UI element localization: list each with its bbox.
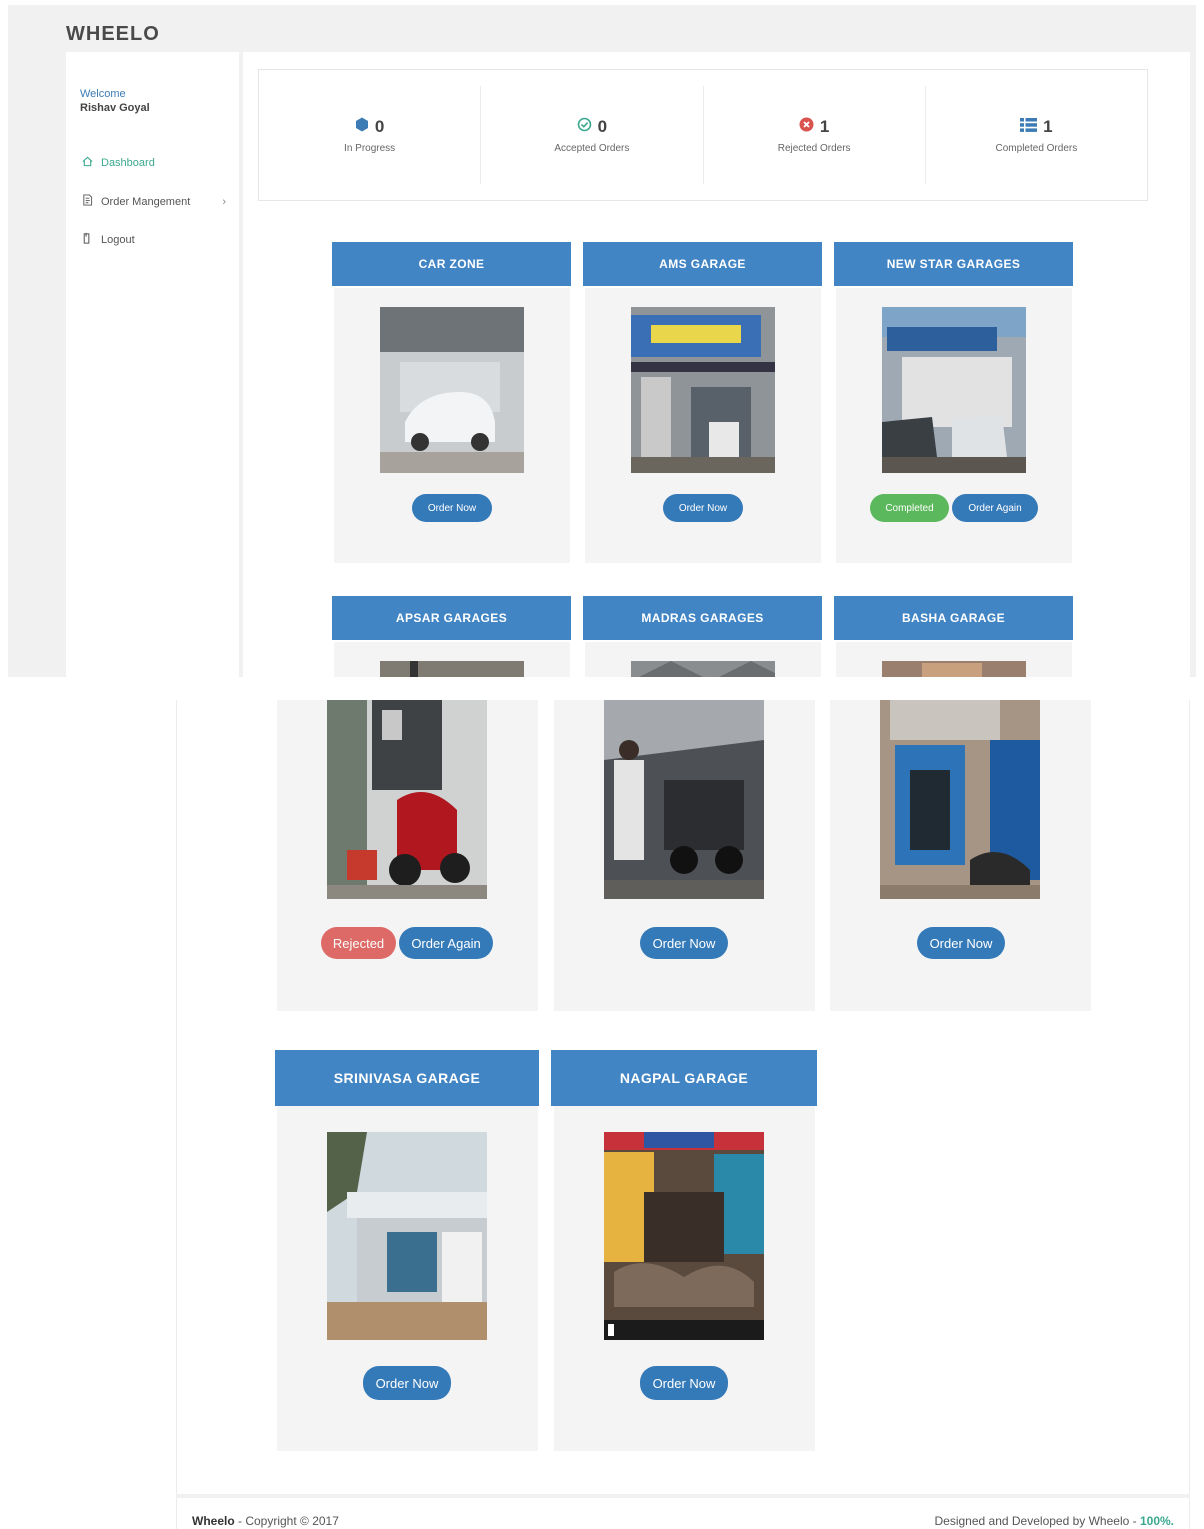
list-icon	[1020, 117, 1038, 136]
order-again-button[interactable]: Order Again	[952, 494, 1038, 522]
stat-accepted: 0 Accepted Orders	[481, 86, 704, 184]
garage-card-title: BASHA GARAGE	[834, 596, 1073, 640]
rejected-status-badge: Rejected	[321, 927, 396, 959]
sidebar-item-label: Dashboard	[101, 157, 155, 169]
order-now-button[interactable]: Order Now	[412, 494, 492, 522]
footer-credit-text: Designed and Developed by Wheelo -	[934, 1514, 1140, 1528]
stat-in-progress: 0 In Progress	[259, 86, 482, 184]
garage-photo	[327, 1132, 487, 1340]
garage-card-title: NAGPAL GARAGE	[551, 1050, 817, 1106]
stat-label: Rejected Orders	[777, 142, 851, 154]
stat-label: Completed Orders	[995, 142, 1078, 154]
garage-photo	[380, 661, 524, 677]
garage-card-title: CAR ZONE	[332, 242, 571, 286]
garage-photo	[604, 700, 764, 899]
garage-photo	[882, 307, 1026, 473]
brand-logo: WHEELO	[66, 23, 160, 45]
footer-brand: Wheelo	[192, 1514, 235, 1528]
stat-value: 0	[597, 116, 608, 136]
footer: Wheelo - Copyright © 2017 Designed and D…	[176, 1494, 1190, 1529]
stat-value: 1	[819, 116, 830, 136]
username: Rishav Goyal	[80, 102, 150, 114]
completed-status-badge: Completed	[870, 494, 949, 522]
order-now-button[interactable]: Order Now	[663, 494, 743, 522]
stat-label: Accepted Orders	[554, 142, 630, 154]
sidebar-item-order-management[interactable]: Order Mangement ›	[80, 194, 226, 209]
top-screenshot-section: WHEELO Welcome Rishav Goyal Dashboard Or…	[8, 5, 1196, 677]
welcome-text: Welcome	[80, 88, 126, 100]
garage-photo	[631, 661, 775, 677]
home-icon	[80, 156, 94, 170]
garage-card-title: AMS GARAGE	[583, 242, 822, 286]
stat-rejected: 1 Rejected Orders	[704, 86, 926, 184]
footer-copyright-text: - Copyright © 2017	[234, 1514, 339, 1528]
footer-copyright: Wheelo - Copyright © 2017	[192, 1514, 339, 1528]
footer-percent: 100%.	[1139, 1514, 1174, 1528]
order-again-button[interactable]: Order Again	[399, 927, 493, 959]
sidebar-item-dashboard[interactable]: Dashboard	[80, 156, 226, 170]
document-icon	[80, 194, 94, 209]
x-circle-icon	[799, 117, 814, 136]
order-now-button[interactable]: Order Now	[917, 927, 1005, 959]
sidebar-item-logout[interactable]: Logout	[80, 232, 226, 247]
stat-label: In Progress	[344, 142, 396, 154]
check-circle-icon	[577, 117, 592, 136]
hexagon-icon	[355, 117, 369, 136]
sidebar-item-label: Order Mangement	[101, 195, 191, 208]
garage-card-title: APSAR GARAGES	[332, 596, 571, 640]
chevron-right-icon: ›	[222, 195, 226, 208]
logout-icon	[80, 232, 94, 247]
sidebar: Welcome Rishav Goyal Dashboard Order Man…	[66, 52, 239, 677]
garage-photo	[880, 700, 1040, 899]
sidebar-item-label: Logout	[101, 233, 135, 246]
garage-photo	[882, 661, 1026, 677]
stat-value: 0	[374, 116, 385, 136]
garage-photo	[604, 1132, 764, 1340]
stat-value: 1	[1043, 116, 1053, 136]
order-now-button[interactable]: Order Now	[640, 927, 728, 959]
garage-photo	[327, 700, 487, 899]
garage-card-title: SRINIVASA GARAGE	[275, 1050, 539, 1106]
garage-photo	[631, 307, 775, 473]
order-now-button[interactable]: Order Now	[363, 1366, 451, 1400]
order-now-button[interactable]: Order Now	[640, 1366, 728, 1400]
garage-card-title: NEW STAR GARAGES	[834, 242, 1073, 286]
bottom-screenshot-section: Rejected Order Again Order Now Order Now…	[176, 700, 1190, 1529]
footer-credit: Designed and Developed by Wheelo - 100%.	[935, 1514, 1175, 1528]
garage-photo	[380, 307, 524, 473]
stats-panel: 0 In Progress 0 Accepted Orders 1 Reject…	[258, 69, 1148, 201]
stat-completed: 1 Completed Orders	[926, 86, 1147, 184]
garage-card-title: MADRAS GARAGES	[583, 596, 822, 640]
